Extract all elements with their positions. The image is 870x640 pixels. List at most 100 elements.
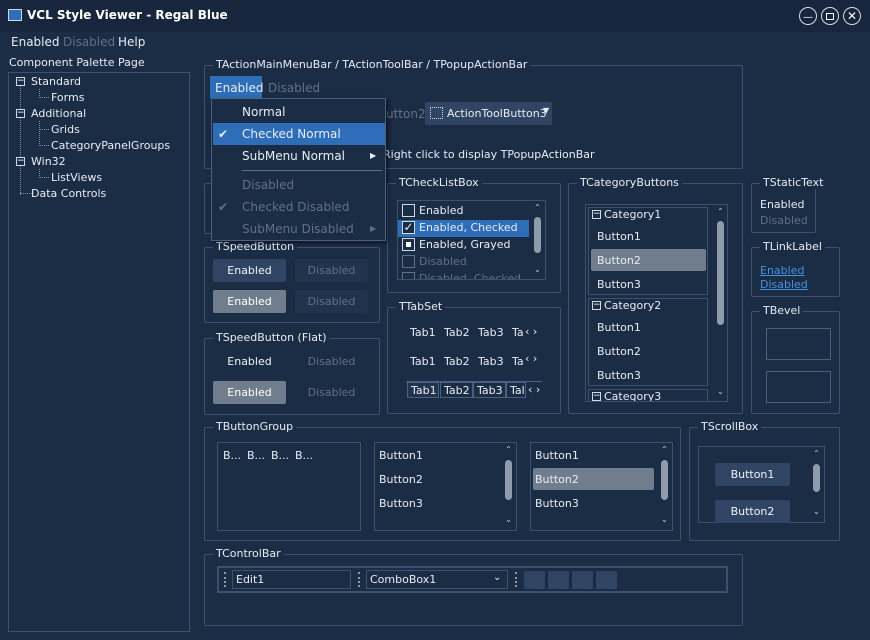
category-button[interactable]: Button2 — [597, 254, 641, 267]
toolbar-button[interactable] — [596, 571, 617, 589]
speedbutton-enabled[interactable]: Enabled — [213, 259, 286, 282]
collapse-category-icon[interactable]: − — [592, 210, 601, 219]
category-button[interactable]: Button1 — [597, 230, 641, 243]
band-grip-icon[interactable] — [515, 572, 518, 587]
tab[interactable]: Tal — [506, 382, 526, 398]
scroll-thumb[interactable] — [534, 217, 541, 253]
group-button[interactable]: Button1 — [379, 449, 423, 462]
tab-scroll-arrows-icon[interactable]: ‹ › — [528, 383, 540, 396]
tab[interactable]: Tab3 — [475, 324, 507, 340]
scroll-down-icon[interactable]: ⌄ — [532, 265, 543, 274]
group-button[interactable]: Button2 — [379, 473, 423, 486]
toolbar-button[interactable] — [572, 571, 593, 589]
tab[interactable]: Tab1 — [407, 353, 439, 369]
tree-item-additional[interactable]: Additional — [31, 107, 86, 120]
tab[interactable]: Tab2 — [441, 324, 473, 340]
popup-item-submenu-normal[interactable]: SubMenu Normal ▶ — [212, 145, 385, 167]
scroll-thumb[interactable] — [661, 460, 668, 500]
checklist-item[interactable]: Enabled, Checked — [419, 221, 518, 234]
scroll-down-icon[interactable]: ⌄ — [811, 507, 822, 516]
scroll-down-icon[interactable]: ⌄ — [715, 387, 726, 396]
tab-scroll-arrows-icon[interactable]: ‹ › — [525, 352, 537, 365]
category-button[interactable]: Button2 — [597, 345, 641, 358]
menu-help[interactable]: Help — [118, 35, 145, 49]
tree-item-data-controls[interactable]: Data Controls — [31, 187, 106, 200]
group-button[interactable]: B... — [271, 449, 289, 462]
tab[interactable]: Tab1 — [407, 324, 439, 340]
category-title[interactable]: Category3 — [604, 390, 661, 401]
group-button[interactable]: Button2 — [535, 473, 579, 486]
category-title[interactable]: Category2 — [604, 299, 661, 312]
menu-enabled[interactable]: Enabled — [11, 35, 60, 49]
band-grip-icon[interactable] — [358, 572, 361, 587]
checkbox-checked[interactable]: ✓ — [402, 221, 415, 234]
scroll-thumb[interactable] — [505, 460, 512, 500]
speedbutton-enabled-down[interactable]: Enabled — [213, 290, 286, 313]
toolbar-button[interactable] — [548, 571, 569, 589]
buttongroup-scrollbar[interactable]: ⌃ ⌄ — [659, 443, 670, 530]
tab[interactable]: Tab3 — [475, 353, 507, 369]
tree-item-standard[interactable]: Standard — [31, 75, 81, 88]
checklist-scrollbar[interactable]: ⌃ ⌄ — [532, 201, 543, 279]
group-button[interactable]: B... — [247, 449, 265, 462]
group-button[interactable]: Button1 — [535, 449, 579, 462]
tab-scroll-arrows-icon[interactable]: ‹ › — [525, 325, 537, 338]
group-button[interactable]: B... — [223, 449, 241, 462]
band-grip-icon[interactable] — [224, 572, 227, 587]
collapse-category-icon[interactable]: − — [592, 301, 601, 310]
category-button[interactable]: Button1 — [597, 321, 641, 334]
buttongroup-list-1[interactable]: Button1 Button2 Button3 ⌃ ⌄ — [374, 442, 517, 531]
tab[interactable]: Tab3 — [473, 382, 506, 398]
group-button[interactable]: B... — [295, 449, 313, 462]
tab-active[interactable]: Tab1 — [407, 382, 439, 398]
scroll-up-icon[interactable]: ⌃ — [811, 449, 822, 458]
category-button[interactable]: Button3 — [597, 369, 641, 382]
tree-item-categorypanelgroups[interactable]: CategoryPanelGroups — [51, 139, 170, 152]
checkbox-unchecked[interactable] — [402, 204, 415, 217]
category-button[interactable]: Button3 — [597, 278, 641, 291]
minimize-button[interactable]: — — [799, 7, 817, 25]
close-button[interactable]: ✕ — [843, 7, 861, 25]
checklist-item[interactable]: Enabled, Grayed — [419, 238, 511, 251]
category-title[interactable]: Category1 — [604, 208, 661, 221]
tab[interactable]: Tab2 — [440, 382, 473, 398]
buttongroup-compact[interactable]: B... B... B... B... — [217, 442, 361, 531]
group-button[interactable]: Button3 — [379, 497, 423, 510]
action-menu-enabled[interactable]: Enabled — [215, 81, 264, 95]
scroll-up-icon[interactable]: ⌃ — [532, 203, 543, 212]
scrollbox-scrollbar[interactable]: ⌃ ⌄ — [811, 447, 822, 522]
action-toolbutton3[interactable]: ActionToolButton3 ▼ — [425, 102, 552, 125]
scrollbox[interactable]: Button1 Button2 ⌃ ⌄ — [698, 446, 825, 523]
tab[interactable]: Ta — [509, 353, 523, 369]
checklist-item[interactable]: Enabled — [419, 204, 463, 217]
tree-item-grids[interactable]: Grids — [51, 123, 80, 136]
scrollbox-button-1[interactable]: Button1 — [715, 463, 790, 486]
buttongroup-scrollbar[interactable]: ⌃ ⌄ — [503, 443, 514, 530]
link-enabled[interactable]: Enabled — [760, 264, 804, 277]
controlbar-edit[interactable]: Edit1 — [232, 570, 351, 589]
expand-standard-icon[interactable]: − — [16, 77, 25, 86]
scroll-down-icon[interactable]: ⌄ — [503, 515, 514, 524]
expand-win32-icon[interactable]: − — [16, 157, 25, 166]
chevron-down-icon[interactable]: ⌄ — [493, 572, 501, 583]
scrollbox-button-2[interactable]: Button2 — [715, 500, 790, 523]
popup-item-normal[interactable]: Normal — [212, 101, 385, 123]
scroll-up-icon[interactable]: ⌃ — [659, 445, 670, 454]
tree-item-listviews[interactable]: ListViews — [51, 171, 102, 184]
tab[interactable]: Tab2 — [441, 353, 473, 369]
tab[interactable]: Ta — [509, 324, 523, 340]
tree-item-win32[interactable]: Win32 — [31, 155, 66, 168]
maximize-button[interactable] — [821, 7, 839, 25]
buttongroup-list-2[interactable]: Button1 Button2 Button3 ⌃ ⌄ — [530, 442, 673, 531]
controlbar-combobox[interactable]: ComboBox1 ⌄ — [366, 570, 508, 589]
group-button[interactable]: Button3 — [535, 497, 579, 510]
toolbar-button[interactable] — [524, 571, 545, 589]
scroll-down-icon[interactable]: ⌄ — [659, 515, 670, 524]
flat-button-enabled[interactable]: Enabled — [213, 350, 286, 373]
scroll-up-icon[interactable]: ⌃ — [503, 445, 514, 454]
scroll-thumb[interactable] — [717, 221, 724, 325]
flat-button-enabled-down[interactable]: Enabled — [213, 381, 286, 404]
scroll-up-icon[interactable]: ⌃ — [715, 207, 726, 216]
checkbox-grayed[interactable] — [402, 238, 415, 251]
scroll-thumb[interactable] — [813, 464, 820, 492]
